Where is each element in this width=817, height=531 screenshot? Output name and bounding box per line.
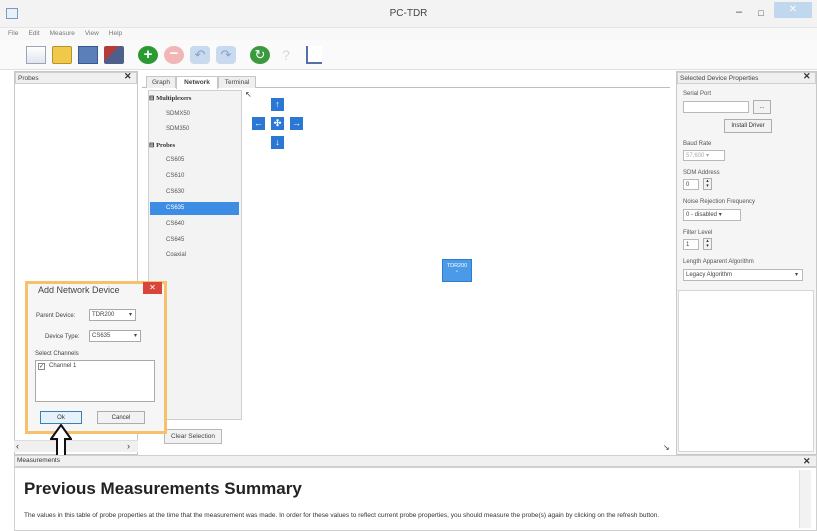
tree-item[interactable]: CS645 <box>166 237 184 243</box>
stepper-icon[interactable]: ▴ ▾ <box>703 178 712 190</box>
close-icon[interactable]: ✕ <box>803 456 811 467</box>
tab-row: Graph Network Terminal <box>142 76 670 89</box>
scroll-right-icon[interactable]: › <box>127 441 130 451</box>
resize-arrow-icon: ↘ <box>663 443 670 452</box>
length-algorithm-select[interactable]: Legacy Algorithm ▾ <box>683 269 803 281</box>
menu-help[interactable]: Help <box>109 28 122 40</box>
dialog-close-button[interactable]: ✕ <box>143 282 162 294</box>
chevron-down-icon: ▾ <box>133 333 137 339</box>
dialog-title: Add Network Device <box>38 285 120 295</box>
measurements-scrollbar[interactable] <box>799 470 811 528</box>
baud-rate-value: 57,600 <box>686 153 705 159</box>
tree-item[interactable]: SDMX50 <box>166 111 190 117</box>
tree-item-selected[interactable]: CS635 <box>166 205 184 211</box>
channel-label: Channel 1 <box>49 363 77 369</box>
length-algorithm-value: Legacy Algorithm <box>686 272 733 278</box>
chevron-down-icon: ▾ <box>128 312 132 318</box>
parent-device-select[interactable]: TDR200 ▾ <box>89 309 136 321</box>
minimize-button[interactable]: – <box>730 6 748 20</box>
filter-level-label: Filter Level <box>683 230 713 236</box>
open-folder-icon[interactable] <box>52 46 72 64</box>
tree-item[interactable]: Coaxial <box>166 252 186 258</box>
sdm-address-field[interactable]: 0 <box>683 179 699 190</box>
tool-icon[interactable] <box>104 46 124 64</box>
probes-scrollbar[interactable]: ‹ › <box>14 440 138 452</box>
stepper-icon[interactable]: ▴ ▾ <box>703 238 712 250</box>
save-icon[interactable] <box>78 46 98 64</box>
tree-selection-highlight <box>150 202 239 215</box>
ok-button[interactable]: Ok <box>40 411 82 424</box>
menu-bar: File Edit Measure View Help <box>0 28 817 40</box>
tab-terminal[interactable]: Terminal <box>218 76 256 88</box>
help-icon[interactable]: ? <box>276 46 296 64</box>
properties-lower-pane <box>678 290 814 452</box>
undo-icon[interactable]: ↶ <box>190 46 210 64</box>
measurements-description: The values in this table of probe proper… <box>24 512 660 519</box>
add-icon[interactable]: + <box>138 46 158 64</box>
serial-port-label: Serial Port <box>683 91 712 97</box>
new-file-icon[interactable] <box>26 46 46 64</box>
window-title: PC-TDR <box>389 8 428 19</box>
install-driver-button[interactable]: Install Driver <box>724 119 772 133</box>
measurements-label: Measurements <box>17 457 60 464</box>
scroll-left-icon[interactable]: ‹ <box>16 441 19 451</box>
probes-panel-title: Probes <box>15 72 137 84</box>
clear-selection-button[interactable]: Clear Selection <box>164 429 222 444</box>
baud-rate-select[interactable]: 57,600 ▾ <box>683 150 725 161</box>
parent-device-label: Parent Device: <box>36 313 76 319</box>
menu-file[interactable]: File <box>8 28 18 40</box>
measurements-panel <box>14 467 817 531</box>
refresh-icon[interactable]: ↻ <box>250 46 270 64</box>
pan-right-icon[interactable]: → <box>290 117 303 130</box>
close-icon[interactable]: ✕ <box>803 71 811 82</box>
device-type-label: Device Type: <box>45 334 80 340</box>
tab-network[interactable]: Network <box>176 76 218 89</box>
baud-rate-label: Baud Rate <box>683 141 712 147</box>
tab-graph[interactable]: Graph <box>146 76 176 88</box>
measurements-header: Measurements ✕ <box>14 455 817 467</box>
chart-icon[interactable] <box>306 46 322 64</box>
serial-port-field[interactable] <box>683 101 749 113</box>
tree-item[interactable]: CS630 <box>166 189 184 195</box>
close-window-button[interactable]: ✕ <box>774 2 812 18</box>
filter-level-field[interactable]: 1 <box>683 239 699 250</box>
tdr-device-node[interactable]: TDR200 ▫ <box>442 259 472 282</box>
chevron-down-icon: ▾ <box>794 272 798 278</box>
remove-icon[interactable]: − <box>164 46 184 64</box>
toolbar: + − ↶ ↷ ↻ ? <box>0 40 817 70</box>
noise-rejection-label: Noise Rejection Frequency <box>683 199 756 205</box>
tree-item[interactable]: CS610 <box>166 173 184 179</box>
redo-icon[interactable]: ↷ <box>216 46 236 64</box>
parent-device-value: TDR200 <box>92 312 115 318</box>
tree-item[interactable]: SDM350 <box>166 126 189 132</box>
menu-view[interactable]: View <box>85 28 99 40</box>
pan-up-icon[interactable]: ↑ <box>271 98 284 111</box>
tree-group-multiplexers[interactable]: ⊟ Multiplexers <box>149 94 191 102</box>
node-port-icon: ▫ <box>456 269 458 275</box>
tree-group-probes[interactable]: ⊟ Probes <box>149 141 175 149</box>
center-view-icon[interactable]: ✣ <box>271 117 284 130</box>
sdm-address-label: SDM Address <box>683 170 720 176</box>
close-icon[interactable]: ✕ <box>124 71 132 82</box>
tree-item[interactable]: CS605 <box>166 157 184 163</box>
properties-panel-title: Selected Device Properties <box>677 72 816 84</box>
channel-checkbox[interactable]: ✓ <box>38 363 45 370</box>
length-algorithm-label: Length Apparent Algorithm <box>683 259 754 265</box>
tree-item[interactable]: CS640 <box>166 221 184 227</box>
maximize-button[interactable]: □ <box>752 6 770 20</box>
select-channels-label: Select Channels <box>35 351 79 357</box>
noise-rejection-select[interactable]: 0 - disabled ▾ <box>683 209 741 221</box>
resize-arrow-icon: ↖ <box>245 90 252 99</box>
cancel-button[interactable]: Cancel <box>97 411 145 424</box>
pan-left-icon[interactable]: ← <box>252 117 265 130</box>
device-type-select[interactable]: CS635 ▾ <box>89 330 141 342</box>
pan-down-icon[interactable]: ↓ <box>271 136 284 149</box>
device-type-value: CS635 <box>92 333 111 339</box>
noise-rejection-value: 0 - disabled <box>686 212 718 218</box>
browse-button[interactable]: ... <box>753 100 771 114</box>
menu-edit[interactable]: Edit <box>28 28 39 40</box>
measurements-title: Previous Measurements Summary <box>24 479 302 498</box>
menu-measure[interactable]: Measure <box>50 28 75 40</box>
